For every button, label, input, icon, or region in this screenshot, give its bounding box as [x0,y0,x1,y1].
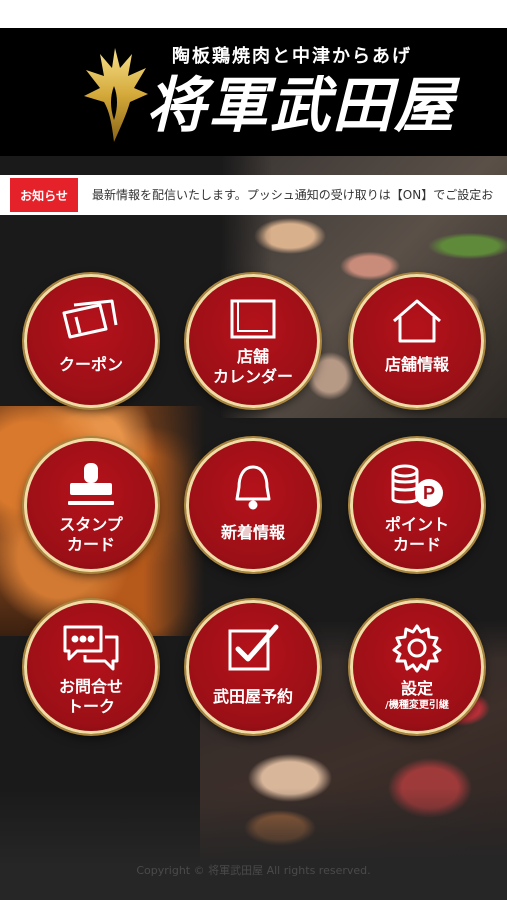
logo-brand-name: 将軍武田屋 [146,71,456,141]
store-icon [393,299,441,343]
reservation-button[interactable]: 武田屋予約 [186,600,320,734]
settings-sublabel: /機種変更引継 [385,700,449,711]
calendar-label: 店舗 カレンダー [212,347,293,386]
logo-tagline: 陶板鶏焼肉と中津からあげ [172,46,412,67]
svg-text:P: P [423,483,435,503]
stamp-icon [68,463,114,505]
coupon-icon [62,299,118,339]
notice-bar[interactable]: お知らせ 最新情報を配信いたします。プッシュ通知の受け取りは【ON】でご設定お [0,175,507,215]
gear-icon [392,624,442,673]
settings-label: 設定 [400,679,433,698]
settings-button[interactable]: 設定 /機種変更引継 [350,600,484,734]
contact-talk-label: お問合せ トーク [58,677,123,716]
coupon-button[interactable]: クーポン [24,274,158,408]
logo: 陶板鶏焼肉と中津からあげ 将軍武田屋 [80,38,454,150]
reservation-label: 武田屋予約 [212,687,293,706]
stamp-card-label: スタンプ カード [59,515,123,554]
notice-tag: お知らせ [10,178,78,212]
notice-text: 最新情報を配信いたします。プッシュ通知の受け取りは【ON】でご設定お [92,188,494,202]
chat-icon [63,625,119,671]
bell-icon [235,465,271,510]
point-card-button[interactable]: P ポイント カード [350,438,484,572]
stamp-card-button[interactable]: スタンプ カード [24,438,158,572]
flame-crest-icon [84,48,148,142]
points-icon: P [391,464,443,507]
coupon-label: クーポン [58,355,123,374]
calendar-button[interactable]: 店舗 カレンダー [186,274,320,408]
calendar-icon [230,299,276,339]
news-button[interactable]: 新着情報 [186,438,320,572]
contact-talk-button[interactable]: お問合せ トーク [24,600,158,734]
copyright-footer: Copyright © 将軍武田屋 All rights reserved. [136,864,371,877]
store-info-label: 店舗情報 [384,355,449,374]
news-label: 新着情報 [220,523,285,542]
bottom-shade [0,788,507,900]
app-screen: 陶板鶏焼肉と中津からあげ 将軍武田屋 お知らせ 最新情報を配信いたします。プッシ… [0,28,507,900]
store-info-button[interactable]: 店舗情報 [350,274,484,408]
header: 陶板鶏焼肉と中津からあげ 将軍武田屋 [0,28,507,156]
checkbox-icon [228,624,279,671]
point-card-label: ポイント カード [384,515,449,554]
